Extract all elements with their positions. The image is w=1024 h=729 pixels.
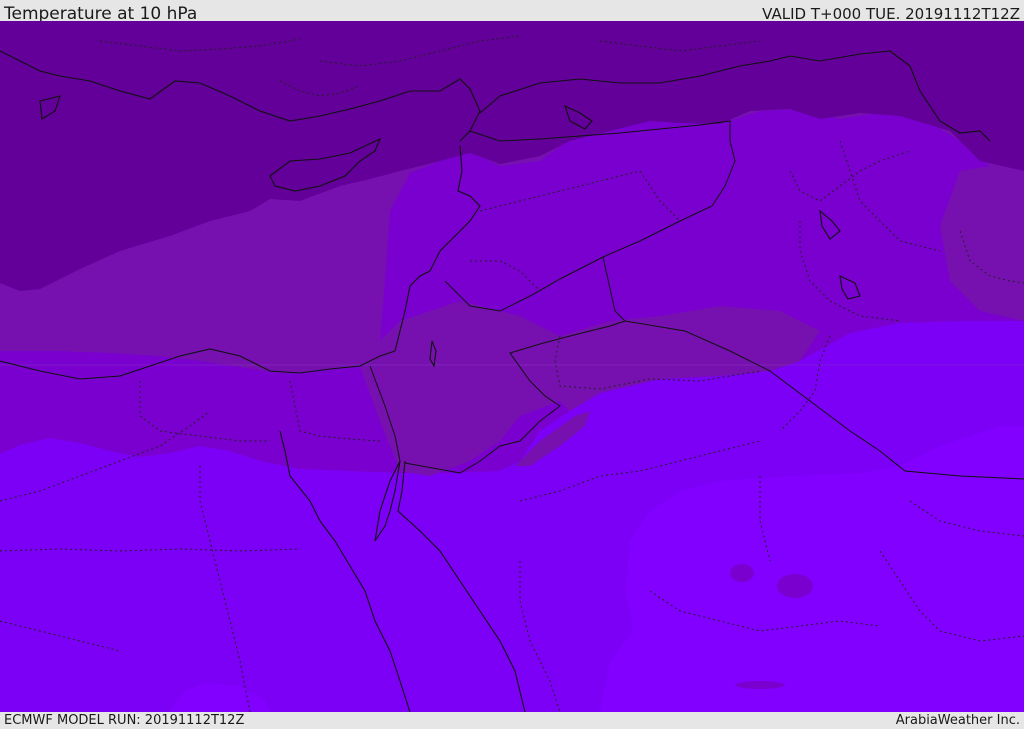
credit-label: ArabiaWeather Inc. [895, 713, 1020, 728]
temperature-map [0, 21, 1024, 712]
warm-patch-1 [730, 564, 754, 582]
bottom-footer-bar: ECMWF MODEL RUN: 20191112T12Z ArabiaWeat… [0, 712, 1024, 729]
model-run-label: ECMWF MODEL RUN: 20191112T12Z [4, 713, 245, 728]
warm-patch-2 [777, 574, 813, 598]
top-header-bar: Temperature at 10 hPa VALID T+000 TUE. 2… [0, 0, 1024, 24]
warm-patch-3 [735, 681, 785, 689]
map-canvas [0, 21, 1024, 712]
